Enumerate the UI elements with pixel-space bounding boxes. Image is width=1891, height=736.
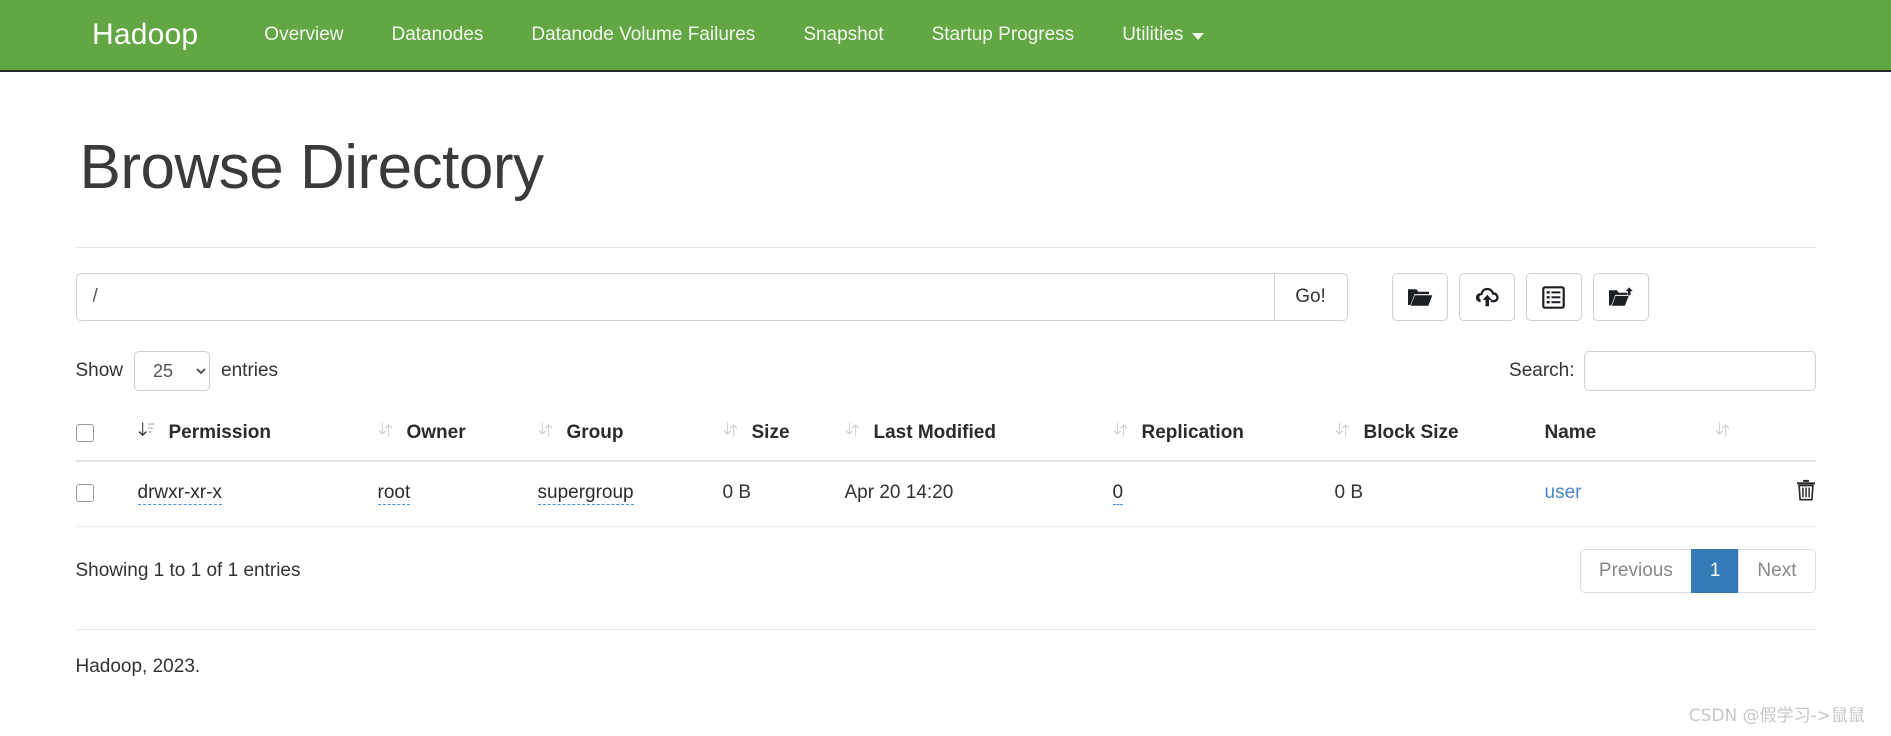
sort-both-icon [723, 421, 738, 444]
pagination-next[interactable]: Next [1738, 549, 1816, 593]
nav-label: Datanodes [391, 24, 484, 45]
sort-both-icon [538, 421, 553, 444]
table-header-row: Permission Owner Group Size Last Modifie… [75, 407, 1816, 462]
pagination-page-1[interactable]: 1 [1690, 549, 1740, 593]
sort-asc-icon [138, 421, 155, 444]
pagination: Previous 1 Next [1579, 549, 1816, 593]
nav-item-snapshot[interactable]: Snapshot [779, 24, 907, 46]
search-control: Search: [1509, 351, 1816, 391]
th-label: Group [566, 421, 624, 443]
folder-open-icon [1407, 286, 1433, 308]
footer-divider [75, 629, 1816, 630]
sort-both-icon [378, 421, 393, 444]
path-action-buttons [1391, 273, 1649, 321]
brand-hadoop[interactable]: Hadoop [92, 18, 198, 52]
nav-item-startup-progress[interactable]: Startup Progress [908, 24, 1099, 46]
pagination-previous[interactable]: Previous [1579, 549, 1692, 593]
table-footer: Showing 1 to 1 of 1 entries Previous 1 N… [76, 549, 1816, 593]
cell-group: supergroup [537, 461, 723, 527]
th-label: Permission [168, 421, 271, 443]
th-label: Replication [1141, 421, 1244, 443]
path-input-group: Go! [75, 273, 1348, 321]
nav-item-overview[interactable]: Overview [240, 24, 367, 46]
list-clipboard-icon [1542, 285, 1565, 309]
th-label: Block Size [1363, 421, 1459, 443]
cut-paste-button[interactable] [1592, 273, 1649, 321]
files-table-body: drwxr-xr-x root supergroup 0 B Apr 20 14… [75, 461, 1816, 527]
th-size[interactable]: Size [722, 407, 845, 462]
cell-name: user [1544, 461, 1715, 527]
owner-link[interactable]: root [377, 482, 411, 505]
nav-label: Startup Progress [931, 24, 1075, 45]
files-table-head: Permission Owner Group Size Last Modifie… [75, 407, 1816, 462]
th-label: Name [1544, 421, 1597, 443]
group-link[interactable]: supergroup [537, 482, 634, 505]
cell-delete [1714, 461, 1816, 527]
th-label: Last Modified [873, 421, 996, 443]
show-label: Show [75, 360, 124, 381]
permission-link[interactable]: drwxr-xr-x [137, 482, 222, 505]
cell-owner: root [377, 461, 538, 527]
nav-item-utilities[interactable]: Utilities [1098, 24, 1228, 46]
csdn-watermark: CSDN @假学习->鼠鼠 [1688, 706, 1865, 726]
row-checkbox[interactable] [75, 484, 94, 502]
upload-files-button[interactable] [1458, 273, 1515, 321]
th-label: Size [751, 421, 790, 443]
sort-both-icon [1113, 421, 1128, 444]
th-owner[interactable]: Owner [377, 407, 538, 462]
replication-link[interactable]: 0 [1112, 482, 1124, 505]
cell-permission: drwxr-xr-x [137, 461, 378, 527]
cell-size: 0 B [722, 461, 845, 527]
delete-row-button[interactable] [1796, 479, 1816, 504]
row-select-cell [75, 461, 138, 527]
th-permission[interactable]: Permission [137, 407, 378, 462]
page-footer: Hadoop, 2023. [75, 656, 201, 677]
go-button[interactable]: Go! [1273, 273, 1348, 321]
path-bar-row: Go! [75, 273, 1816, 321]
file-name-link[interactable]: user [1545, 482, 1582, 503]
nav-label: Overview [264, 24, 344, 45]
trash-icon [1796, 479, 1816, 504]
th-group[interactable]: Group [537, 407, 723, 462]
nav-item-datanode-volume-failures[interactable]: Datanode Volume Failures [507, 24, 779, 46]
create-directory-button[interactable] [1391, 273, 1448, 321]
page-title: Browse Directory [79, 133, 545, 202]
select-all-checkbox[interactable] [75, 423, 94, 442]
th-name[interactable]: Name [1544, 407, 1715, 462]
folder-move-icon [1608, 286, 1634, 308]
files-table: Permission Owner Group Size Last Modifie… [75, 407, 1816, 527]
th-label: Owner [406, 421, 466, 443]
sort-both-icon [845, 421, 860, 444]
show-entries-control: Show 25 entries [75, 351, 279, 391]
cell-last-modified: Apr 20 14:20 [844, 461, 1113, 527]
entries-label: entries [221, 360, 279, 381]
table-row: drwxr-xr-x root supergroup 0 B Apr 20 14… [75, 461, 1816, 527]
cell-block-size: 0 B [1334, 461, 1545, 527]
clipboard-button[interactable] [1525, 273, 1582, 321]
nav-label: Datanode Volume Failures [531, 24, 756, 45]
table-controls: Show 25 entries Search: [76, 351, 1816, 391]
cell-replication: 0 [1112, 461, 1335, 527]
th-last-modified[interactable]: Last Modified [844, 407, 1113, 462]
nav-label: Utilities [1122, 24, 1184, 45]
sort-both-icon [1335, 421, 1350, 444]
th-replication[interactable]: Replication [1112, 407, 1335, 462]
th-select-all [75, 407, 138, 462]
cloud-upload-icon [1474, 286, 1500, 308]
main-container: Browse Directory Go! [75, 132, 1816, 678]
entries-info: Showing 1 to 1 of 1 entries [75, 560, 301, 581]
path-input[interactable] [75, 273, 1274, 321]
nav-item-datanodes[interactable]: Datanodes [367, 24, 507, 46]
caret-down-icon [1192, 33, 1205, 40]
search-input[interactable] [1583, 351, 1816, 391]
nav-label: Snapshot [803, 24, 884, 45]
th-sort-trailing[interactable] [1714, 407, 1816, 462]
top-navbar: Hadoop Overview Datanodes Datanode Volum… [0, 0, 1891, 72]
title-divider [75, 247, 1816, 248]
th-block-size[interactable]: Block Size [1334, 407, 1545, 462]
entries-per-page-select[interactable]: 25 [134, 351, 211, 391]
sort-both-icon [1715, 421, 1730, 444]
search-label: Search: [1509, 360, 1575, 381]
